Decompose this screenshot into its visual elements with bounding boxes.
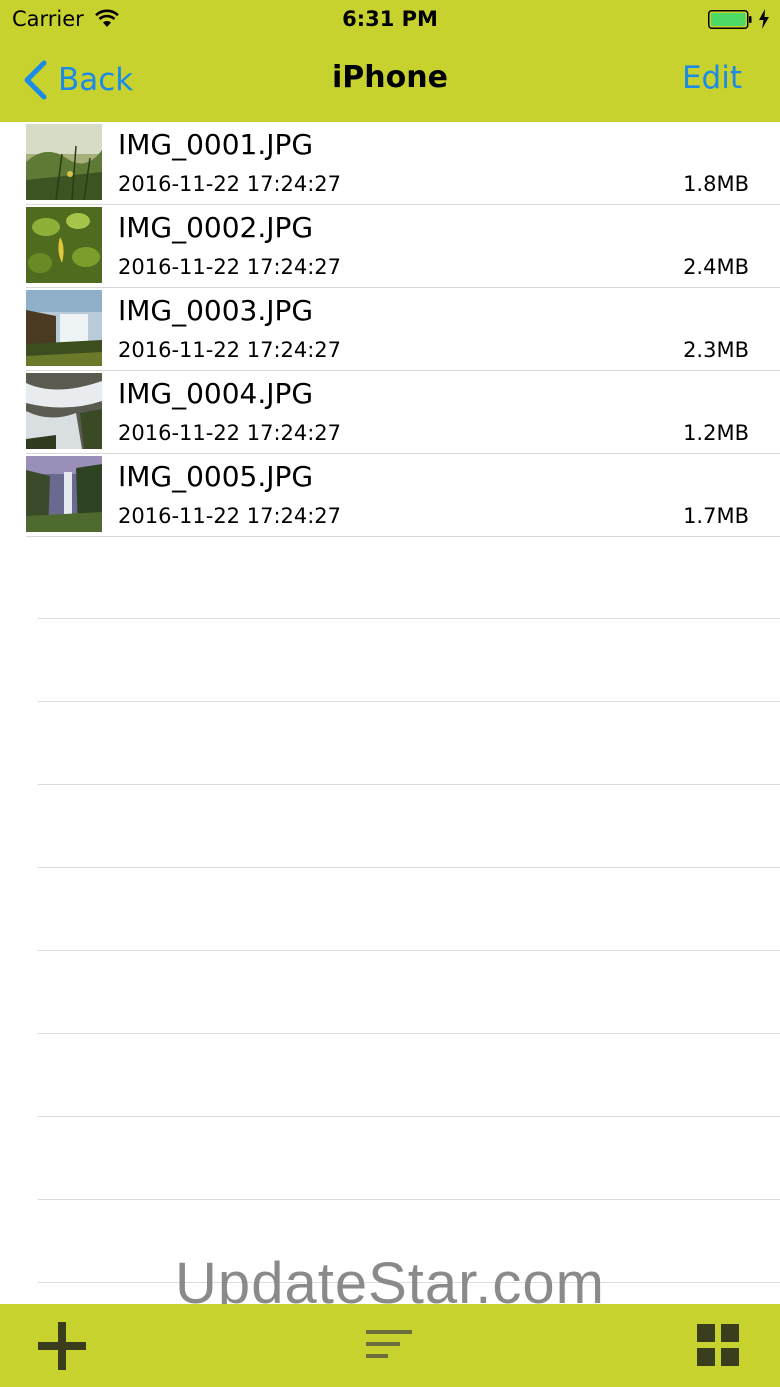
battery-icon xyxy=(708,10,752,29)
file-name: IMG_0003.JPG xyxy=(118,294,314,327)
file-size: 2.4MB xyxy=(683,255,749,279)
page-title: iPhone xyxy=(332,60,448,95)
grid-view-icon[interactable] xyxy=(697,1324,739,1366)
file-row[interactable]: IMG_0004.JPG 2016-11-22 17:24:27 1.2MB xyxy=(0,371,780,454)
empty-row-divider xyxy=(38,950,780,951)
file-name: IMG_0005.JPG xyxy=(118,460,314,493)
file-row[interactable]: IMG_0005.JPG 2016-11-22 17:24:27 1.7MB xyxy=(0,454,780,537)
file-row[interactable]: IMG_0003.JPG 2016-11-22 17:24:27 2.3MB xyxy=(0,288,780,371)
status-time: 6:31 PM xyxy=(342,7,438,31)
thumbnail-image xyxy=(26,207,102,283)
empty-row-divider xyxy=(38,1116,780,1117)
file-name: IMG_0002.JPG xyxy=(118,211,314,244)
file-size: 1.8MB xyxy=(683,172,749,196)
empty-row-divider xyxy=(38,867,780,868)
file-name: IMG_0004.JPG xyxy=(118,377,314,410)
thumbnail-image xyxy=(26,290,102,366)
status-bar: Carrier 6:31 PM xyxy=(0,0,780,40)
header: Carrier 6:31 PM Back iPhone Edit xyxy=(0,0,780,122)
file-row[interactable]: IMG_0002.JPG 2016-11-22 17:24:27 2.4MB xyxy=(0,205,780,288)
bottom-toolbar xyxy=(0,1304,780,1387)
empty-row-divider xyxy=(38,784,780,785)
empty-row-divider xyxy=(38,1033,780,1034)
file-size: 2.3MB xyxy=(683,338,749,362)
thumbnail-image xyxy=(26,124,102,200)
file-date: 2016-11-22 17:24:27 xyxy=(118,504,342,528)
thumbnail-image xyxy=(26,456,102,532)
navigation-bar: Back iPhone Edit xyxy=(0,40,780,122)
file-date: 2016-11-22 17:24:27 xyxy=(118,421,342,445)
file-list: IMG_0001.JPG 2016-11-22 17:24:27 1.8MB I… xyxy=(0,122,780,537)
file-size: 1.2MB xyxy=(683,421,749,445)
sort-icon[interactable] xyxy=(366,1330,412,1360)
add-icon[interactable] xyxy=(38,1322,86,1370)
empty-row-divider xyxy=(38,701,780,702)
file-row[interactable]: IMG_0001.JPG 2016-11-22 17:24:27 1.8MB xyxy=(0,122,780,205)
empty-row-divider xyxy=(38,1199,780,1200)
file-size: 1.7MB xyxy=(683,504,749,528)
file-date: 2016-11-22 17:24:27 xyxy=(118,255,342,279)
charging-icon xyxy=(759,9,769,29)
file-date: 2016-11-22 17:24:27 xyxy=(118,338,342,362)
thumbnail-image xyxy=(26,373,102,449)
file-name: IMG_0001.JPG xyxy=(118,128,314,161)
file-date: 2016-11-22 17:24:27 xyxy=(118,172,342,196)
edit-button[interactable]: Edit xyxy=(682,60,742,96)
empty-row-divider xyxy=(38,618,780,619)
